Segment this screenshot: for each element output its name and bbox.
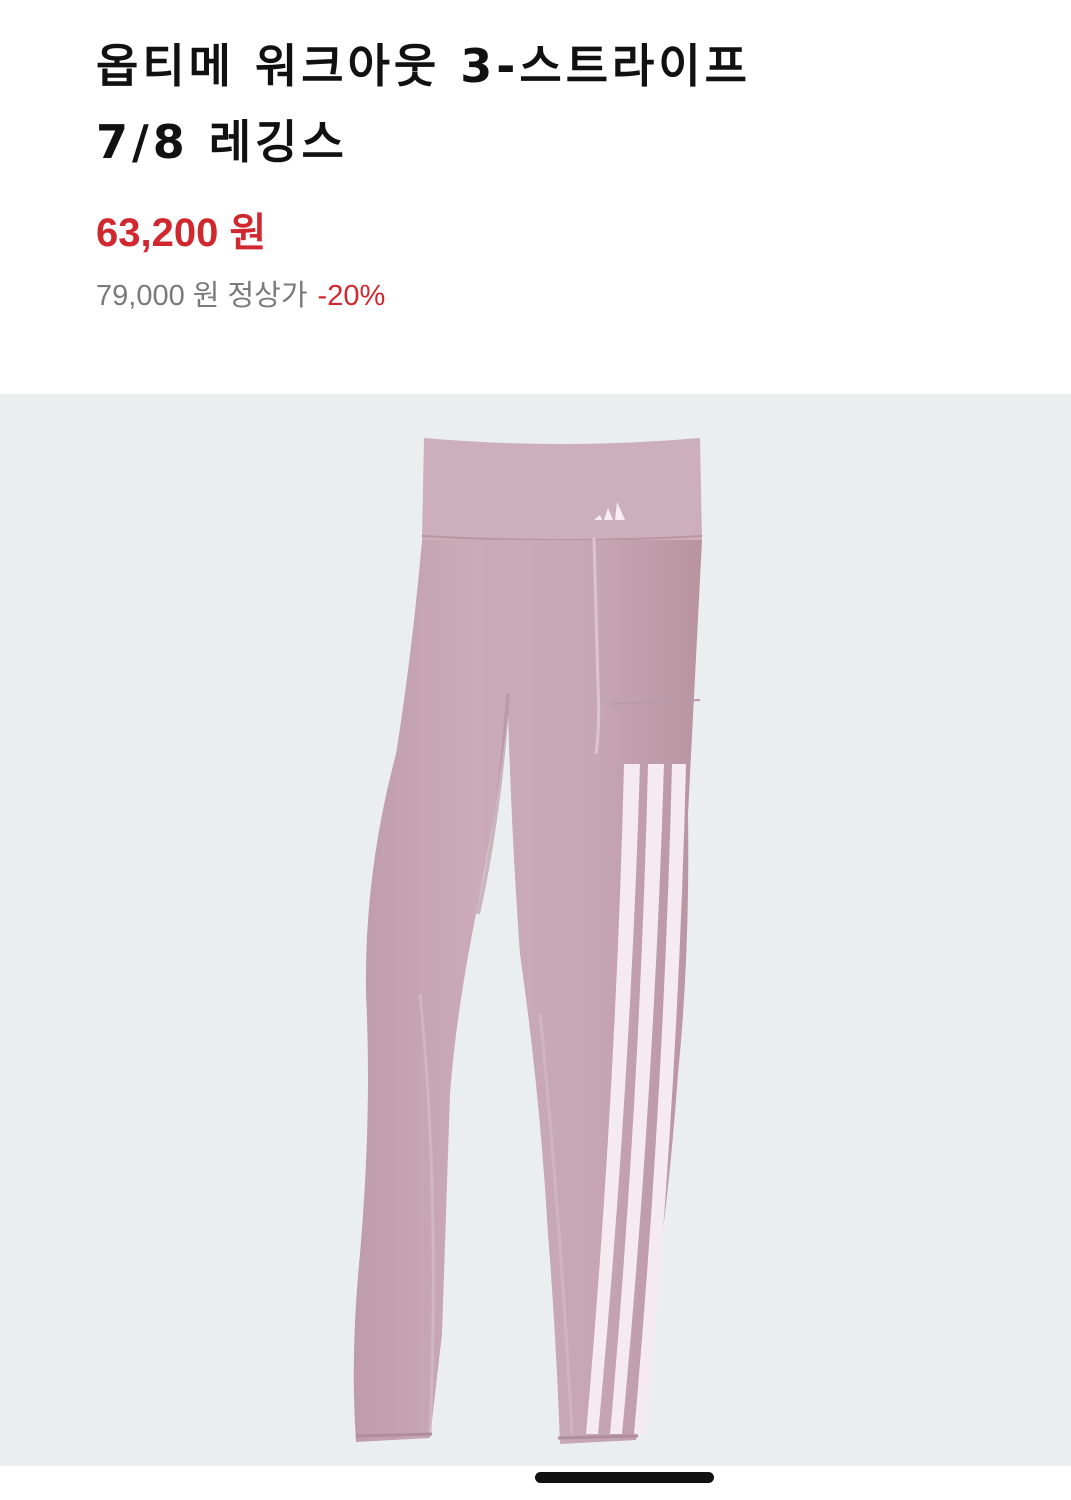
- leggings-illustration: [353, 438, 703, 1444]
- discount-badge: -20%: [317, 280, 386, 312]
- bottom-bar: [0, 1466, 1071, 1500]
- product-image[interactable]: [0, 394, 1071, 1466]
- product-header: 옵티메 워크아웃 3-스트라이프 7/8 레깅스 63,200 원 79,000…: [0, 0, 1071, 394]
- sale-price: 63,200 원: [96, 211, 267, 255]
- home-indicator[interactable]: [535, 1472, 714, 1483]
- original-price: 79,000 원 정상가: [96, 280, 308, 312]
- product-title-line-2: 7/8 레깅스: [96, 115, 348, 169]
- waistband: [422, 438, 702, 543]
- product-title-line-1: 옵티메 워크아웃 3-스트라이프: [96, 39, 751, 93]
- product-title: 옵티메 워크아웃 3-스트라이프 7/8 레깅스: [96, 28, 996, 180]
- original-price-row: 79,000 원 정상가 -20%: [96, 272, 385, 314]
